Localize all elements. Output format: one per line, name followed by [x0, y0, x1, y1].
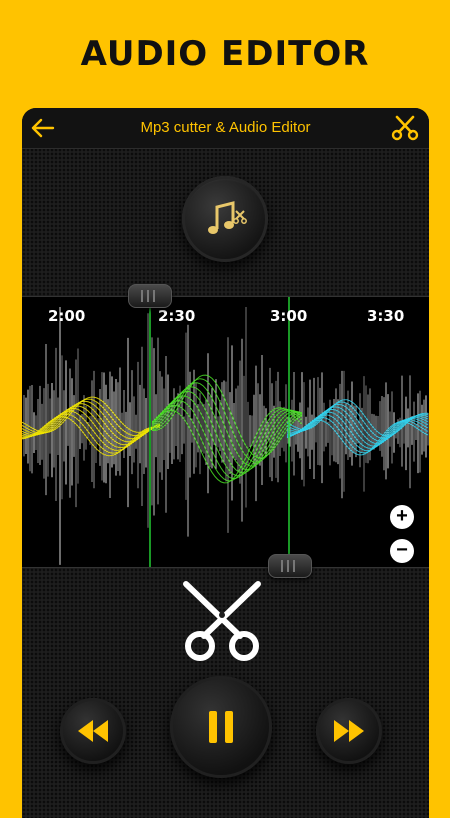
back-button[interactable]	[30, 116, 56, 140]
play-pause-button[interactable]	[170, 676, 272, 778]
end-trim-handle[interactable]	[268, 554, 312, 578]
pause-icon	[209, 711, 233, 743]
zoom-in-button[interactable]: +	[390, 505, 414, 529]
waveform-area[interactable]: 2:00 2:30 3:00 3:30 + −	[22, 296, 429, 568]
app-bar: Mp3 cutter & Audio Editor	[22, 108, 429, 149]
cut-button[interactable]	[178, 578, 266, 664]
start-trim-handle[interactable]	[128, 284, 172, 308]
rewind-icon	[78, 720, 108, 742]
timeline-tick-2: 2:30	[158, 307, 196, 325]
timeline-tick-1: 2:00	[48, 307, 86, 325]
scissors-icon	[391, 115, 419, 141]
music-library-button[interactable]	[182, 176, 268, 262]
audio-waveform[interactable]	[22, 297, 429, 567]
scissors-icon	[183, 581, 261, 661]
fast-forward-icon	[334, 720, 364, 742]
app-title: Mp3 cutter & Audio Editor	[140, 119, 311, 136]
fast-forward-button[interactable]	[316, 698, 382, 764]
rewind-button[interactable]	[60, 698, 126, 764]
banner-title: AUDIO EDITOR	[80, 34, 370, 74]
cut-action-button[interactable]	[391, 115, 419, 141]
zoom-out-button[interactable]: −	[390, 539, 414, 563]
music-note-scissors-icon	[208, 201, 247, 234]
timeline-tick-3: 3:00	[270, 307, 308, 325]
arrow-left-icon	[31, 118, 55, 138]
phone-screen: Mp3 cutter & Audio Editor 2:00 2:30 3:00…	[22, 108, 429, 818]
timeline-tick-4: 3:30	[367, 307, 405, 325]
